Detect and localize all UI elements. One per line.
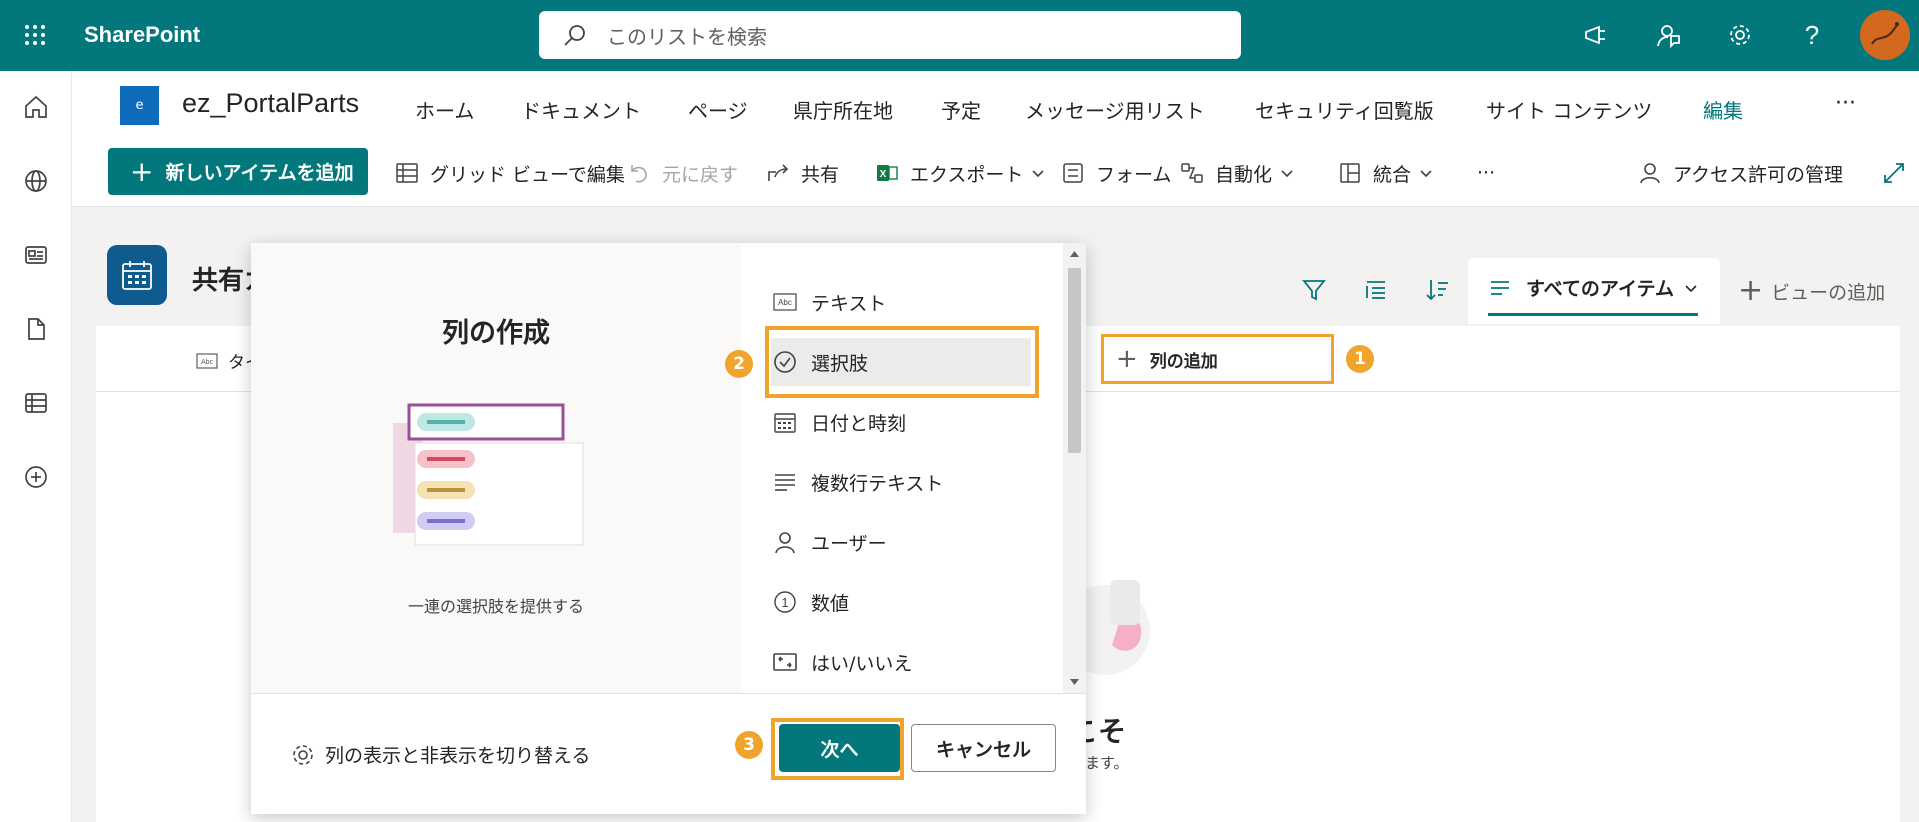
- view-selector[interactable]: すべてのアイテム: [1468, 258, 1720, 324]
- plus-icon: +: [1116, 344, 1138, 374]
- integrate-button[interactable]: 統合: [1337, 159, 1433, 187]
- expand-icon[interactable]: [1882, 159, 1906, 187]
- choice-preview-illustration: [391, 403, 591, 553]
- type-item-multiline[interactable]: 複数行テキスト: [771, 458, 1031, 506]
- dialog-description: 一連の選択肢を提供する: [407, 597, 584, 616]
- nav-item-schedule[interactable]: 予定: [941, 95, 981, 124]
- type-item-person[interactable]: ユーザー: [771, 518, 1031, 566]
- chevron-down-icon: [1031, 166, 1045, 180]
- grid-edit-button[interactable]: グリッド ビューで編集: [394, 159, 625, 187]
- toggle-columns-link[interactable]: 列の表示と非表示を切り替える: [291, 741, 590, 768]
- type-item-number[interactable]: 1 数値: [771, 578, 1031, 626]
- list-icon[interactable]: [18, 385, 54, 421]
- suite-bar: SharePoint このリストを検索 ?: [0, 0, 1919, 71]
- type-item-yes-no[interactable]: はい/いいえ: [771, 638, 1031, 686]
- svg-text:X: X: [880, 169, 887, 180]
- forms-button[interactable]: フォーム: [1060, 159, 1171, 187]
- search-input[interactable]: このリストを検索: [607, 21, 767, 50]
- manage-access-button[interactable]: アクセス許可の管理: [1637, 159, 1843, 187]
- plus-icon: +: [1738, 273, 1764, 308]
- yes-no-icon: [771, 648, 799, 676]
- chevron-down-icon: [1419, 166, 1433, 180]
- globe-icon[interactable]: [18, 163, 54, 199]
- document-icon[interactable]: [18, 311, 54, 347]
- waffle-icon[interactable]: [16, 16, 54, 54]
- chevron-down-icon: [1280, 166, 1294, 180]
- chevron-down-icon: [1684, 281, 1698, 295]
- excel-icon: X: [874, 160, 900, 186]
- type-list-scrollbar[interactable]: [1063, 243, 1086, 693]
- multiline-text-icon: [771, 468, 799, 496]
- nav-item-site-contents[interactable]: サイト コンテンツ: [1486, 95, 1652, 124]
- site-logo[interactable]: e: [120, 86, 159, 125]
- gear-icon: [291, 743, 315, 767]
- step-badge-2: 2: [725, 350, 753, 378]
- calendar-icon: [771, 408, 799, 436]
- form-icon: [1060, 160, 1086, 186]
- grid-icon: [394, 160, 420, 186]
- feedback-icon[interactable]: [1650, 17, 1686, 53]
- new-item-button[interactable]: + 新しいアイテムを追加: [108, 148, 368, 195]
- share-icon: [765, 160, 791, 186]
- integrate-icon: [1337, 160, 1363, 186]
- left-rail: [0, 71, 72, 822]
- step-badge-1: 1: [1346, 345, 1374, 373]
- scroll-thumb[interactable]: [1068, 268, 1081, 453]
- megaphone-icon[interactable]: [1578, 17, 1614, 53]
- flow-icon: [1179, 160, 1205, 186]
- undo-icon: [626, 160, 652, 186]
- view-name: すべてのアイテム: [1526, 278, 1675, 300]
- nav-item-home[interactable]: ホーム: [415, 95, 474, 124]
- share-button[interactable]: 共有: [765, 159, 839, 187]
- list-calendar-icon: [107, 245, 167, 305]
- site-title[interactable]: ez_PortalParts: [182, 88, 359, 119]
- number-icon: 1: [771, 588, 799, 616]
- choice-highlight-box: [765, 326, 1039, 398]
- person-icon: [771, 528, 799, 556]
- home-icon[interactable]: [18, 89, 54, 125]
- nav-item-pages[interactable]: ページ: [688, 95, 748, 124]
- nav-more-button[interactable]: ···: [1835, 91, 1856, 116]
- command-bar: + 新しいアイテムを追加 グリッド ビューで編集 元に戻す 共有 X エクスポー…: [72, 137, 1919, 207]
- cancel-button[interactable]: キャンセル: [911, 724, 1056, 772]
- news-icon[interactable]: [18, 237, 54, 273]
- dialog-preview-pane: 列の作成 一連の選択肢を提供する: [251, 243, 741, 693]
- sort-icon[interactable]: [1420, 272, 1456, 308]
- app-brand[interactable]: SharePoint: [84, 22, 200, 48]
- site-header: e ez_PortalParts ホーム ドキュメント ページ 県庁所在地 予定…: [72, 71, 1919, 137]
- more-commands-button[interactable]: ···: [1477, 159, 1495, 187]
- group-by-icon[interactable]: [1358, 272, 1394, 308]
- undo-button[interactable]: 元に戻す: [626, 159, 738, 187]
- search-box[interactable]: このリストを検索: [539, 11, 1241, 59]
- export-button[interactable]: X エクスポート: [874, 159, 1045, 187]
- nav-item-documents[interactable]: ドキュメント: [521, 95, 641, 124]
- nav-item-prefectures[interactable]: 県庁所在地: [793, 95, 893, 124]
- column-type-list: Abc テキスト 選択肢 日付と時刻 複数行テキスト ユーザー 1 数値 はい/…: [741, 243, 1086, 693]
- add-column-button[interactable]: + 列の追加: [1101, 334, 1334, 384]
- filter-icon[interactable]: [1296, 272, 1332, 308]
- step-badge-3: 3: [735, 731, 763, 759]
- add-view-button[interactable]: + ビューの追加: [1738, 276, 1885, 306]
- automate-button[interactable]: 自動化: [1179, 159, 1294, 187]
- add-circle-icon[interactable]: [18, 459, 54, 495]
- nav-item-message-list[interactable]: メッセージ用リスト: [1025, 95, 1205, 124]
- svg-text:Abc: Abc: [201, 359, 214, 366]
- nav-item-edit[interactable]: 編集: [1703, 95, 1743, 124]
- dialog-title: 列の作成: [442, 318, 550, 349]
- plus-icon: +: [130, 154, 154, 188]
- avatar[interactable]: [1860, 10, 1910, 60]
- help-icon[interactable]: ?: [1794, 17, 1830, 53]
- next-button[interactable]: 次へ: [779, 724, 900, 772]
- nav-item-security[interactable]: セキュリティ回覧版: [1255, 95, 1434, 124]
- text-column-icon: Abc: [196, 352, 218, 369]
- view-list-icon: [1488, 276, 1512, 300]
- type-item-text[interactable]: Abc テキスト: [771, 278, 1031, 326]
- person-icon: [1637, 160, 1663, 186]
- svg-text:Abc: Abc: [778, 298, 792, 307]
- text-icon: Abc: [771, 288, 799, 316]
- gear-icon[interactable]: [1722, 17, 1758, 53]
- type-item-datetime[interactable]: 日付と時刻: [771, 398, 1031, 446]
- svg-text:1: 1: [781, 595, 788, 610]
- search-icon: [563, 23, 587, 47]
